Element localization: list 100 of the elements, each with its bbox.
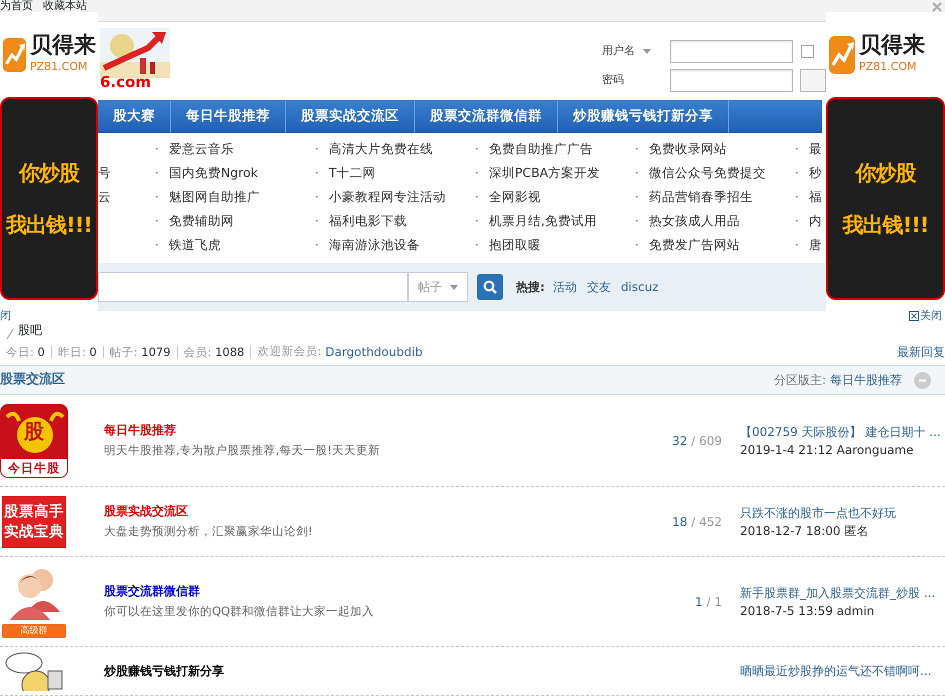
link-item[interactable]: 药品营销春季招生	[648, 189, 753, 204]
last-post-link[interactable]: 【002759 天际股份】 建仓日期十 ...	[740, 422, 945, 440]
username-field[interactable]	[670, 40, 793, 63]
ad-close-link[interactable]: 关闭	[909, 308, 942, 324]
moderator-label: 分区版主:	[774, 372, 826, 389]
bullet: ·	[155, 190, 159, 204]
link-item[interactable]: 唐	[808, 237, 822, 252]
last-post-link[interactable]: 只跌不涨的股市一点也不好玩	[740, 504, 945, 522]
nav-item[interactable]: 每日牛股推荐	[171, 100, 286, 133]
last-post-meta: 2018-7-5 13:59 admin	[740, 602, 876, 620]
bullet: ·	[475, 238, 479, 252]
bullet: ·	[635, 214, 639, 228]
icon-text: 实战宝典	[4, 522, 64, 542]
bullet: ·	[635, 238, 639, 252]
link-item[interactable]: 热女孩成人用品	[648, 213, 740, 228]
bullet: ·	[795, 214, 799, 228]
hot-search-link[interactable]: 活动	[552, 278, 577, 296]
forum-title[interactable]: 炒股赚钱亏钱打新分享	[104, 662, 640, 680]
bullet: ·	[315, 166, 319, 180]
breadcrumb-icon	[6, 329, 14, 339]
forum-description: 你可以在这里发你的QQ群和微信群让大家一起加入	[104, 603, 376, 620]
member-link[interactable]: Dargothdoubdib	[325, 343, 423, 361]
new-member-label: 欢迎新会员:	[257, 343, 322, 360]
ad-close-link[interactable]: 闭	[0, 308, 11, 324]
collapse-button[interactable]	[914, 372, 931, 388]
link-item[interactable]: 抱团取暖	[488, 237, 541, 252]
forum-title[interactable]: 股票实战交流区	[104, 502, 640, 520]
hot-search-link[interactable]: discuz	[620, 278, 659, 296]
link-item[interactable]: 免费发广告网站	[648, 237, 740, 252]
bullet: ·	[635, 190, 639, 204]
last-post-link[interactable]: 新手股票群_加入股票交流群_炒股 ...	[740, 584, 945, 602]
close-icon[interactable]	[932, 2, 942, 12]
link-item[interactable]: 铁道飞虎	[168, 237, 221, 252]
link-item[interactable]: 机票月结,免费试用	[488, 213, 597, 228]
hot-search-link[interactable]: 交友	[586, 278, 611, 296]
forum-icon[interactable]: 股 今日牛股	[0, 404, 68, 478]
ad-slogan: 你炒股	[19, 160, 79, 186]
last-post-link[interactable]: 晒晒最近炒股挣的运气还不错啊呵...	[740, 662, 945, 680]
link-item[interactable]: 免费辅助网	[168, 213, 234, 228]
bullet: ·	[795, 166, 799, 180]
ad-slogan: 我出钱!!!	[842, 212, 928, 238]
nav-item[interactable]: 股票实战交流区	[286, 100, 415, 133]
link-item[interactable]: 海南游泳池设备	[328, 237, 420, 252]
password-label: 密码	[602, 72, 625, 88]
bullet: ·	[475, 214, 479, 228]
ad-banner[interactable]: 你炒股 我出钱!!!	[0, 97, 98, 300]
nav-item[interactable]: 股票交流群微信群	[415, 100, 558, 133]
link-item[interactable]: 魅图网自助推广	[168, 189, 260, 204]
link-item[interactable]: 云	[98, 189, 111, 204]
last-post-meta: 2018-12-7 18:00 匿名	[740, 522, 870, 540]
bullet: ·	[155, 238, 159, 252]
link-item[interactable]: T十二网	[328, 165, 376, 180]
link-item[interactable]: 小豪教程网专注活动	[328, 189, 446, 204]
bullet: ·	[795, 142, 799, 156]
link-item[interactable]: 免费收录网站	[648, 141, 727, 156]
icon-text: 今日牛股	[8, 460, 60, 474]
nav-item[interactable]: 炒股赚钱亏钱打新分享	[558, 100, 729, 133]
link-item[interactable]: 全网影视	[488, 189, 541, 204]
stat-text: 昨日: 0	[58, 346, 104, 358]
ad-banner[interactable]: 你炒股 我出钱!!!	[826, 97, 945, 300]
bullet: ·	[795, 238, 799, 252]
latest-reply-link[interactable]: 最新回复	[897, 343, 945, 361]
bullet: ·	[155, 166, 159, 180]
forum-title[interactable]: 股票交流群微信群	[104, 582, 640, 600]
link-item[interactable]: 福利电影下载	[328, 213, 407, 228]
hot-search-label: 热搜:	[516, 279, 545, 296]
ad-slogan: 你炒股	[856, 160, 916, 186]
search-field[interactable]	[98, 272, 408, 302]
link-item[interactable]: 最	[808, 141, 822, 156]
ad-brand: 贝得来	[30, 33, 96, 60]
login-button[interactable]	[800, 69, 826, 92]
forum-title[interactable]: 每日牛股推荐	[104, 421, 640, 440]
link-item[interactable]: 微信公众号免费提交	[648, 165, 766, 180]
top-link[interactable]: 收藏本站	[43, 0, 87, 12]
link-item[interactable]: 福	[808, 189, 822, 204]
moderator-link[interactable]: 每日牛股推荐	[830, 371, 902, 389]
link-item[interactable]: 国内免费Ngrok	[168, 165, 258, 180]
bullet: ·	[315, 142, 319, 156]
icon-text: 股票高手	[4, 502, 64, 522]
password-field[interactable]	[670, 69, 793, 92]
stat-text: 帖子: 1079	[110, 346, 178, 358]
category-title[interactable]: 股票交流区	[0, 370, 65, 390]
icon-text: 股	[24, 420, 44, 442]
bullet: ·	[475, 190, 479, 204]
breadcrumb-link[interactable]: 股吧	[18, 321, 42, 339]
link-item[interactable]: 号	[98, 165, 111, 180]
link-item[interactable]: 爱意云音乐	[168, 141, 234, 156]
top-link[interactable]: 为首页	[0, 0, 33, 12]
remember-checkbox[interactable]	[801, 45, 814, 58]
link-item[interactable]: 内	[808, 213, 822, 228]
forum-icon[interactable]: 股票高手 实战宝典	[2, 496, 66, 548]
bullet: ·	[475, 166, 479, 180]
link-item[interactable]: 高清大片免费在线	[328, 141, 433, 156]
caret-icon	[643, 49, 651, 54]
ad-slogan: 我出钱!!!	[6, 212, 92, 238]
link-item[interactable]: 深圳PCBA方案开发	[488, 165, 600, 180]
search-button[interactable]	[477, 274, 503, 300]
link-item[interactable]: 秒	[808, 165, 822, 180]
link-item[interactable]: 免费自助推广广告	[488, 141, 593, 156]
last-post-meta: 2019-1-4 21:12 Aaronguame	[740, 442, 915, 458]
